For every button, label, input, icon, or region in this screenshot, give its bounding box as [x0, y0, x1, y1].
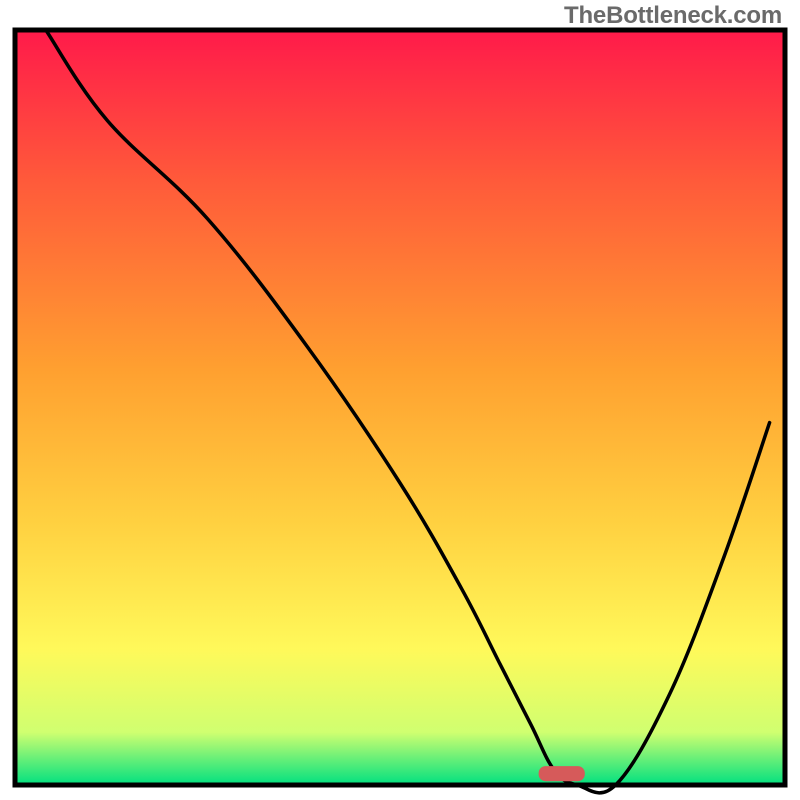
optimal-marker — [539, 766, 585, 781]
bottleneck-chart — [0, 0, 800, 800]
chart-container: TheBottleneck.com — [0, 0, 800, 800]
watermark-text: TheBottleneck.com — [564, 2, 782, 30]
